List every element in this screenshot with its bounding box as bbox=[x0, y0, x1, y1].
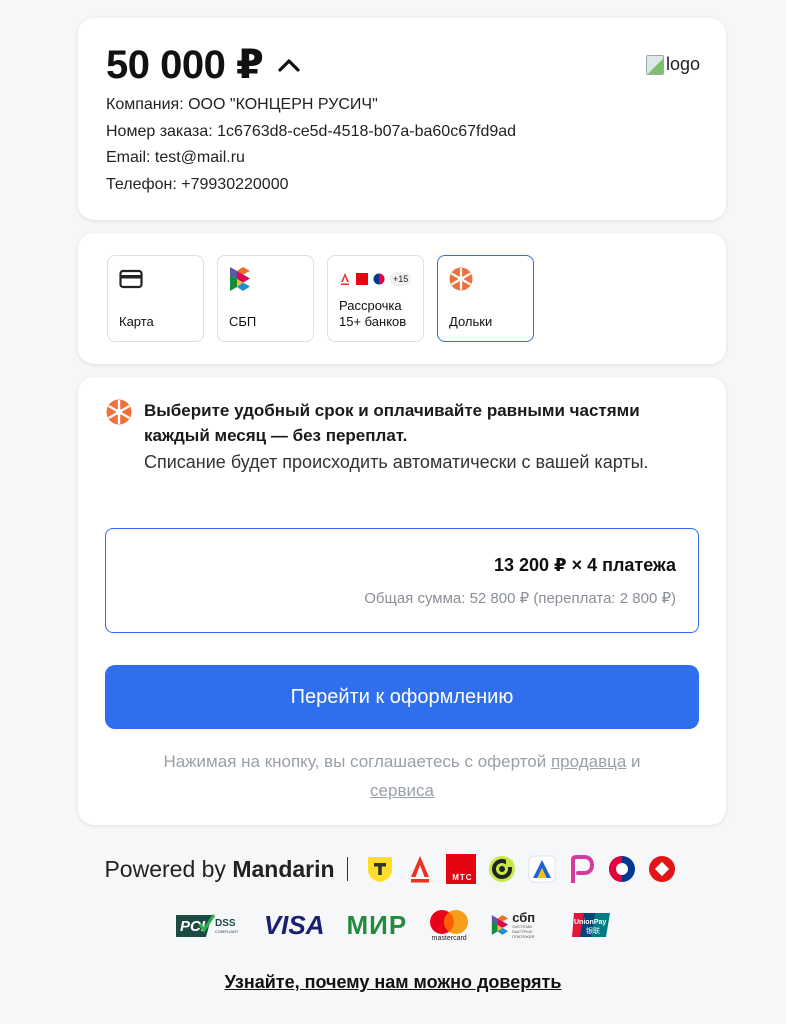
payment-plan-option[interactable]: 13 200 ₽ × 4 платежа Общая сумма: 52 800… bbox=[105, 528, 699, 633]
sovcombank-icon bbox=[608, 855, 636, 883]
plan-installment-amount: 13 200 ₽ × 4 платежа bbox=[493, 555, 676, 575]
method-dolyami-label: Дольки bbox=[449, 314, 493, 329]
order-amount: 50 000 ₽ bbox=[106, 43, 264, 87]
order-details: Компания: ООО "КОНЦЕРН РУСИЧ" Номер зака… bbox=[106, 92, 698, 198]
tbank-icon bbox=[366, 855, 394, 883]
rosbank-icon bbox=[648, 855, 676, 883]
powered-brand: Mandarin bbox=[232, 855, 335, 882]
order-card: 50 000 ₽ logo Компания: ООО "КОНЦЕРН РУС… bbox=[78, 18, 726, 220]
powered-by-row: Powered by Mandarin МТС bbox=[0, 850, 786, 888]
visa-logo: VISA bbox=[263, 909, 325, 940]
divider bbox=[346, 857, 348, 881]
phone-line: Телефон: +79930220000 bbox=[106, 175, 289, 193]
alfa-bank-icon bbox=[406, 855, 434, 883]
mts-icon bbox=[356, 273, 368, 285]
terms-mid: и bbox=[626, 752, 641, 771]
sbp-subtext: СИСТЕМА БЫСТРЫХ ПЛАТЕЖЕЙ bbox=[512, 924, 535, 939]
mastercard-text: mastercard bbox=[431, 934, 467, 942]
plan-total: Общая сумма: 52 800 ₽ (переплата: 2 800 … bbox=[364, 590, 676, 607]
dolyami-logo-icon bbox=[106, 399, 132, 425]
mts-bank-icon: МТС bbox=[445, 854, 476, 884]
terms-prefix: Нажимая на кнопку, вы соглашаетесь с офе… bbox=[163, 752, 551, 771]
email-line: Email: test@mail.ru bbox=[106, 149, 245, 166]
terms-text: Нажимая на кнопку, вы соглашаетесь с офе… bbox=[105, 747, 699, 805]
dss-sub: COMPLIANT bbox=[215, 929, 239, 934]
method-card-label: Карта bbox=[119, 314, 154, 329]
method-sbp-label: СБП bbox=[229, 314, 257, 329]
unionpay-text: UnionPay bbox=[574, 919, 606, 926]
a-bank-icon bbox=[528, 855, 556, 883]
card-icon bbox=[119, 267, 143, 291]
sbp-icon bbox=[229, 267, 251, 291]
method-installments-label: Рассрочка 15+ банков bbox=[339, 298, 407, 329]
company-line: Компания: ООО "КОНЦЕРН РУСИЧ" bbox=[106, 96, 378, 113]
seller-offer-link[interactable]: продавца bbox=[551, 752, 626, 771]
p-bank-icon bbox=[568, 855, 596, 883]
service-offer-link[interactable]: сервиса bbox=[370, 781, 434, 800]
order-number-line: Номер заказа: 1c6763d8-ce5d-4518-b07a-ba… bbox=[106, 122, 517, 140]
mts-text: МТС bbox=[452, 873, 473, 882]
unionpay-cn-text: 银联 bbox=[586, 926, 600, 935]
pci-dss-icon: PCI DSS COMPLIANT bbox=[174, 911, 242, 939]
sbp-text: сбп bbox=[512, 910, 536, 925]
powered-prefix: Powered by bbox=[104, 855, 233, 882]
more-banks-count: +15 bbox=[390, 272, 412, 286]
merchant-logo: logo bbox=[645, 54, 700, 75]
mir-logo: МИР bbox=[346, 909, 408, 940]
dolyami-intro: Выберите удобный срок и оплачивайте равн… bbox=[106, 399, 698, 477]
sovcom-icon bbox=[488, 855, 516, 883]
method-installments[interactable]: +15 Рассрочка 15+ банков bbox=[327, 255, 424, 342]
sbp-logo: сбп СИСТЕМА БЫСТРЫХ ПЛАТЕЖЕЙ bbox=[491, 911, 548, 939]
payment-methods-card: Карта СБП +15 Рассрочка 15+ банков Дольк… bbox=[78, 233, 726, 364]
logo-alt-text: logo bbox=[665, 54, 700, 74]
broken-image-icon bbox=[645, 54, 664, 75]
chevron-up-icon[interactable] bbox=[277, 53, 301, 77]
method-sbp[interactable]: СБП bbox=[217, 255, 314, 342]
dolyami-card: Выберите удобный срок и оплачивайте равн… bbox=[78, 377, 726, 825]
mastercard-logo: mastercard bbox=[429, 909, 469, 942]
dolyami-subtext: Списание будет происходить автоматически… bbox=[144, 452, 649, 472]
alfa-bank-icon bbox=[341, 273, 349, 285]
proceed-button[interactable]: Перейти к оформлению bbox=[105, 665, 699, 729]
dolyami-icon bbox=[449, 267, 473, 291]
certificates-row: PCI DSS COMPLIANT VISA МИР mastercard сб… bbox=[0, 905, 786, 945]
dss-text: DSS bbox=[215, 918, 236, 929]
sovcombank-icon bbox=[373, 273, 385, 285]
method-card[interactable]: Карта bbox=[107, 255, 204, 342]
banks-icon: +15 bbox=[339, 267, 412, 291]
unionpay-logo: UnionPay 银联 bbox=[570, 912, 612, 938]
powered-by-text: Powered by Mandarin bbox=[104, 856, 334, 883]
amount-row: 50 000 ₽ bbox=[106, 42, 698, 88]
method-dolyami[interactable]: Дольки bbox=[437, 255, 534, 342]
dolyami-heading: Выберите удобный срок и оплачивайте равн… bbox=[144, 401, 640, 445]
trust-link[interactable]: Узнайте, почему нам можно доверять bbox=[0, 972, 786, 993]
